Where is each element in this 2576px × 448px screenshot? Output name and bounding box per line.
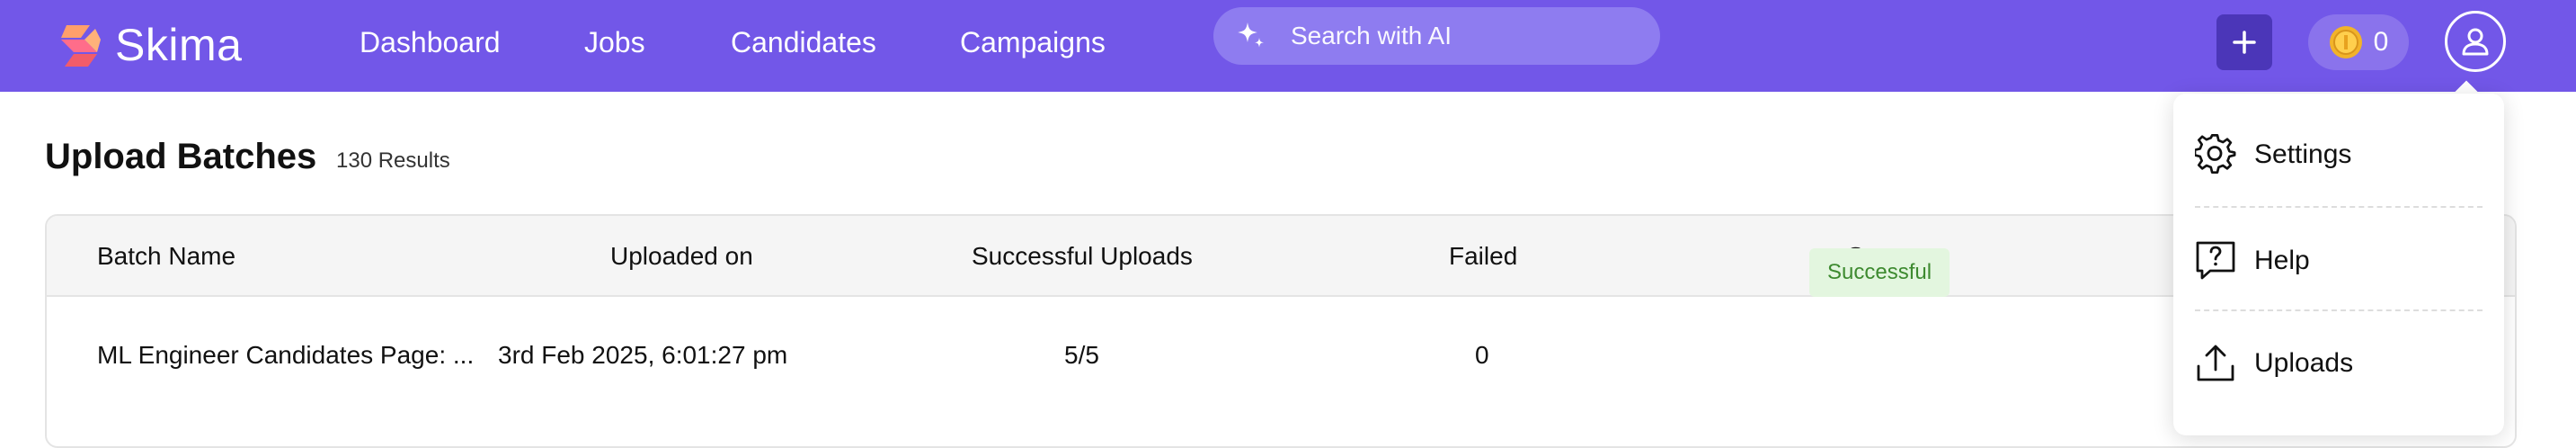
profile-button[interactable] bbox=[2445, 11, 2506, 72]
batch-name-cell: ML Engineer Candidates Page: ... bbox=[97, 341, 475, 369]
successful-uploads-cell: 5/5 bbox=[1064, 341, 1099, 369]
coin-icon bbox=[2329, 26, 2362, 58]
status-badge: Successful bbox=[1809, 248, 1950, 297]
skima-logo-icon bbox=[61, 25, 101, 67]
menu-item-help[interactable]: Help bbox=[2195, 221, 2483, 300]
menu-item-uploads-label: Uploads bbox=[2254, 348, 2354, 378]
nav-dashboard[interactable]: Dashboard bbox=[360, 23, 501, 61]
search-placeholder: Search with AI bbox=[1291, 22, 1452, 49]
nav-jobs[interactable]: Jobs bbox=[584, 23, 645, 61]
upload-batches-table: Batch Name Uploaded on Successful Upload… bbox=[45, 214, 2517, 448]
nav-campaigns[interactable]: Campaigns bbox=[960, 23, 1106, 61]
gear-icon bbox=[2195, 134, 2236, 175]
brand-name: Skima bbox=[115, 20, 243, 70]
profile-dropdown-menu: Settings Help Uploads bbox=[2173, 94, 2504, 435]
menu-divider bbox=[2195, 309, 2483, 311]
menu-item-settings[interactable]: Settings bbox=[2195, 115, 2483, 194]
sparkle-icon bbox=[1238, 22, 1264, 48]
uploaded-on-cell: 3rd Feb 2025, 6:01:27 pm bbox=[498, 341, 788, 369]
menu-item-settings-label: Settings bbox=[2254, 139, 2352, 169]
page-title: Upload Batches bbox=[45, 137, 317, 176]
nav-candidates[interactable]: Candidates bbox=[731, 23, 876, 61]
column-batch-name[interactable]: Batch Name bbox=[97, 216, 235, 297]
menu-item-uploads[interactable]: Uploads bbox=[2195, 324, 2483, 403]
menu-item-help-label: Help bbox=[2254, 246, 2310, 275]
column-failed[interactable]: Failed bbox=[1449, 216, 1517, 297]
credits-count: 0 bbox=[2373, 27, 2389, 57]
ai-search-input[interactable]: Search with AI bbox=[1213, 7, 1660, 65]
column-successful-uploads[interactable]: Successful Uploads bbox=[972, 216, 1193, 297]
table-row[interactable]: ML Engineer Candidates Page: ... 3rd Feb… bbox=[47, 297, 2515, 414]
table-header: Batch Name Uploaded on Successful Upload… bbox=[47, 216, 2515, 297]
menu-divider bbox=[2195, 206, 2483, 208]
credits-badge[interactable]: 0 bbox=[2308, 14, 2409, 70]
add-button[interactable] bbox=[2216, 14, 2272, 70]
plus-icon bbox=[2233, 31, 2256, 54]
top-navigation-bar: Skima Dashboard Jobs Candidates Campaign… bbox=[0, 0, 2576, 92]
user-icon bbox=[2462, 28, 2489, 56]
column-uploaded-on[interactable]: Uploaded on bbox=[610, 216, 753, 297]
upload-icon bbox=[2197, 345, 2234, 381]
brand[interactable]: Skima bbox=[54, 16, 242, 74]
help-icon bbox=[2196, 241, 2235, 280]
failed-cell: 0 bbox=[1475, 341, 1489, 369]
result-count: 130 Results bbox=[336, 148, 450, 173]
